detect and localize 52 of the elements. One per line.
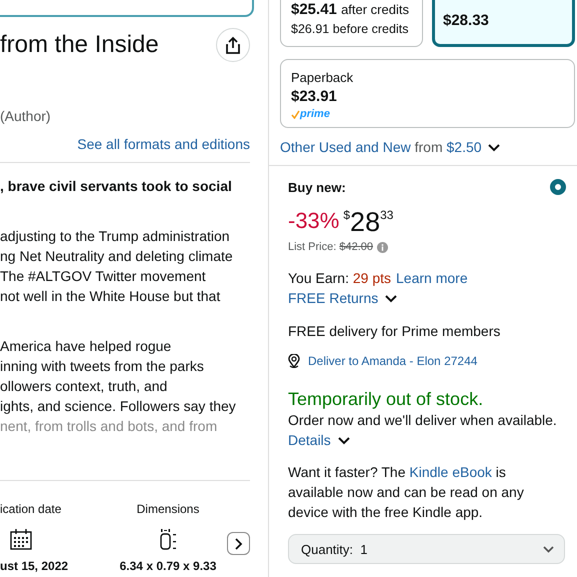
detail-value: ust 15, 2022	[0, 558, 68, 574]
quantity-dropdown[interactable]: Quantity: 1	[288, 534, 565, 564]
description-line: America have helped rogue	[0, 337, 172, 356]
info-icon[interactable]	[377, 242, 388, 252]
format-name: Paperback	[291, 69, 354, 86]
description-line: ollowers context, truth, and	[0, 377, 168, 396]
format-price: $25.41 after credits	[291, 0, 410, 19]
description-line: adjusting to the Trump administration	[0, 227, 231, 246]
chevron-down-icon[interactable]	[543, 546, 554, 552]
prime-logo: prime	[291, 107, 330, 121]
radio-button[interactable]	[550, 179, 566, 195]
check-icon	[291, 110, 300, 118]
description-line: not well in the White House but that	[0, 287, 222, 306]
stock-note: Order now and we'll deliver when available.	[288, 411, 558, 430]
dimensions-icon	[159, 528, 177, 550]
description-line: The #ALTGOV Twitter movement	[0, 267, 207, 286]
format-secondary-price: $26.91 before credits	[291, 21, 410, 38]
kindle-availability-text: Want it faster? The Kindle eBook is available now and can be read on any device with the free Kindle app.	[288, 463, 525, 522]
location-pin-icon[interactable]	[288, 354, 300, 368]
share-button[interactable]	[216, 28, 250, 62]
share-icon[interactable]	[224, 36, 242, 54]
earn-points: You Earn: 29 pts	[288, 269, 392, 288]
list-price: List Price: $42.00	[288, 241, 374, 253]
next-button[interactable]	[227, 532, 250, 555]
discount-percent: -33%	[288, 208, 340, 234]
free-returns-link[interactable]: FREE Returns	[288, 288, 378, 308]
stock-status: Temporarily out of stock.	[288, 388, 484, 410]
learn-more-link[interactable]: Learn more	[396, 268, 468, 288]
description-line: inning with tweets from the parks	[0, 357, 205, 376]
format-price: $23.91	[291, 87, 338, 106]
description-line: ights, and science. Followers say they	[0, 397, 237, 416]
book-title: from the Inside	[0, 31, 159, 59]
author-role: (Author)	[0, 107, 52, 126]
format-price: $28.33	[443, 11, 490, 30]
detail-label: Dimensions	[136, 501, 200, 517]
buy-new-label: Buy new:	[288, 180, 346, 194]
format-option[interactable]: $28.33	[432, 0, 575, 47]
description-line: nent, from trolls and bots, and from	[0, 417, 218, 436]
format-option[interactable]: $25.41 after credits $26.91 before credits	[280, 0, 423, 47]
kindle-ebook-link[interactable]: Kindle eBook	[409, 464, 492, 480]
details-link[interactable]: Details	[288, 430, 331, 450]
description-headline: , brave civil servants took to social	[0, 177, 233, 196]
detail-value: 6.34 x 0.79 x 9.33	[120, 558, 216, 574]
detail-label: ication date	[0, 501, 62, 517]
delivery-text: FREE delivery for Prime members	[288, 322, 502, 341]
description-line: ng Net Neutrality and deleting climate	[0, 247, 234, 266]
chevron-right-icon[interactable]	[233, 538, 244, 550]
formats-link[interactable]: See all formats and editions	[77, 136, 250, 152]
offers-text: Other Used and New from $2.50	[280, 138, 482, 157]
deliver-to-link[interactable]: Deliver to Amanda - Elon 27244	[308, 352, 478, 370]
calendar-icon	[10, 528, 32, 550]
format-option[interactable]: Paperback $23.91 prime	[280, 59, 575, 128]
